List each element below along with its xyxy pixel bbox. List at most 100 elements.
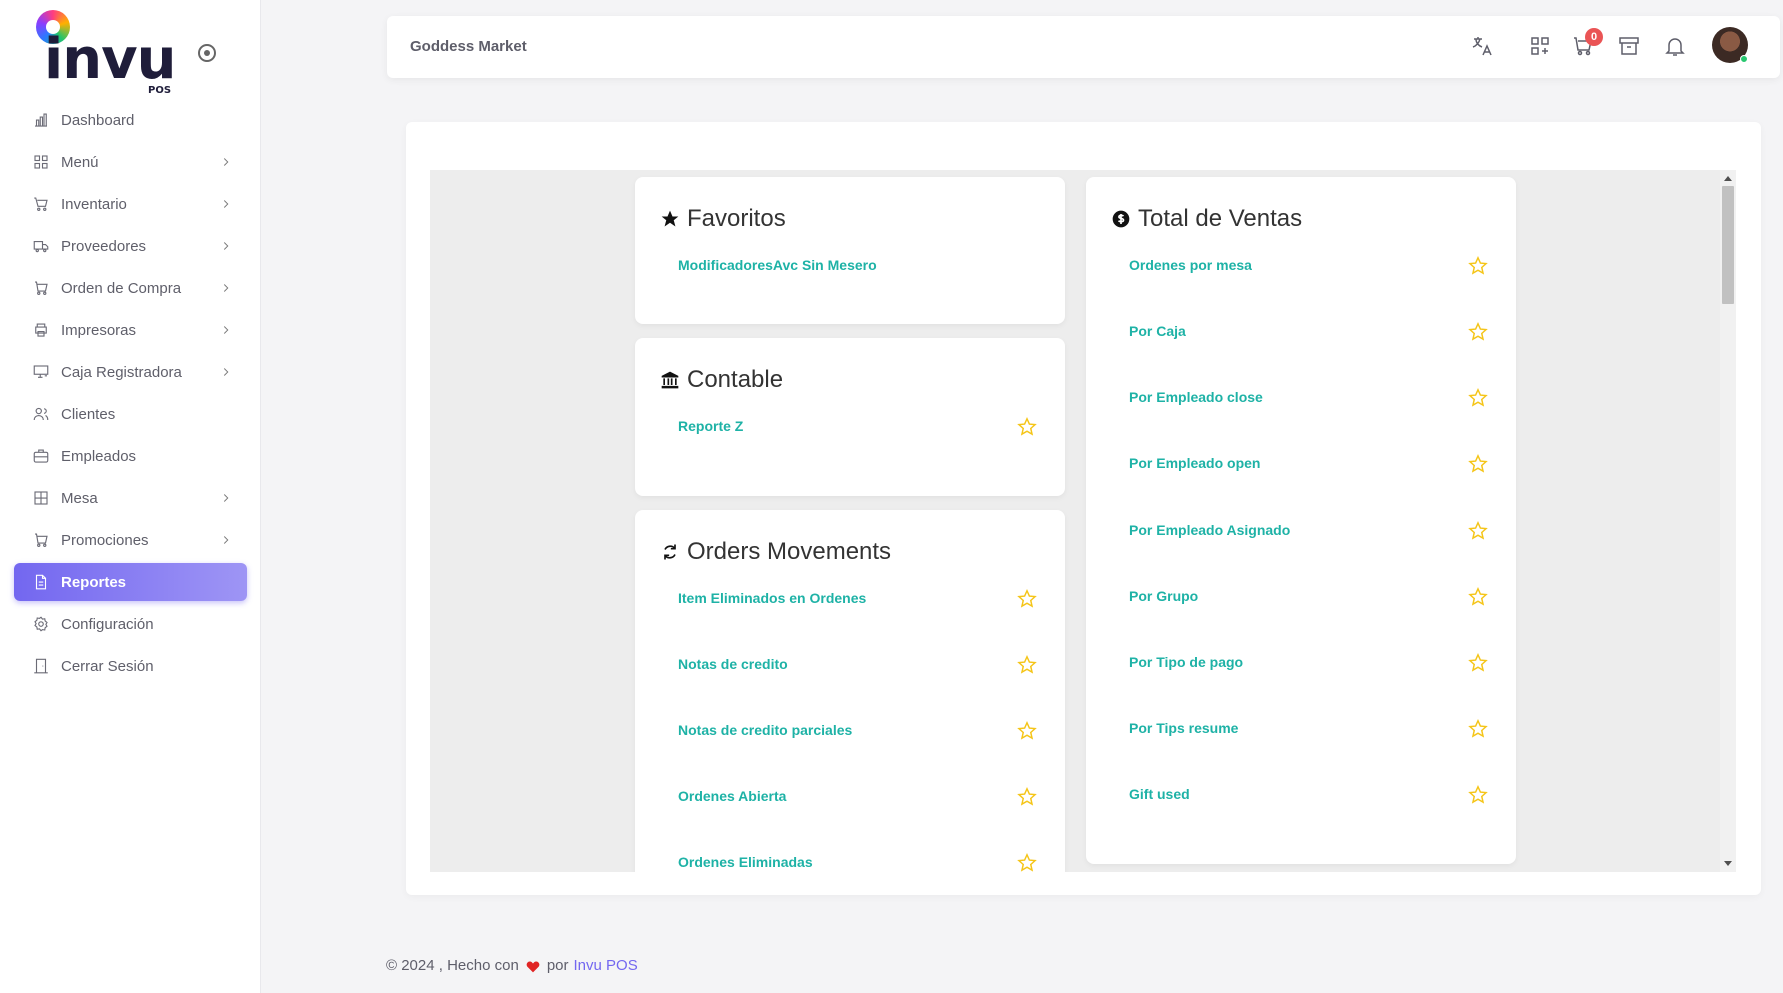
apps-add-icon[interactable] [1528,34,1554,60]
star-filled-icon [659,208,681,230]
sidebar-item-caja-registradora[interactable]: Caja Registradora [14,353,247,391]
panel-contable: Contable Reporte Z [635,338,1065,496]
sidebar-item-label: Reportes [61,573,127,591]
report-link[interactable]: ModificadoresAvc Sin Mesero [678,257,1038,281]
report-link[interactable]: Ordenes Eliminadas [678,852,1038,872]
sidebar-item-label: Configuración [61,615,154,633]
vertical-scrollbar[interactable] [1720,170,1736,872]
footer-brand-link[interactable]: Invu POS [574,957,638,974]
bank-icon [659,369,681,391]
sidebar-item-menu[interactable]: Menú [14,143,247,181]
panel-title: Contable [659,366,783,394]
report-link[interactable]: Ordenes por mesa [1129,255,1489,281]
sidebar-item-promociones[interactable]: Promociones [14,521,247,559]
report-link[interactable]: Por Grupo [1129,586,1489,612]
sidebar-item-proveedores[interactable]: Proveedores [14,227,247,265]
user-avatar[interactable] [1712,27,1748,63]
report-link[interactable]: Por Caja [1129,321,1489,347]
register-icon [31,362,51,382]
sidebar-item-label: Inventario [61,195,127,213]
gear-icon [31,614,51,634]
sidebar-item-label: Dashboard [61,111,135,129]
chevron-right-icon [219,323,233,337]
report-link[interactable]: Ordenes Abierta [678,786,1038,812]
star-outline-icon[interactable] [1016,654,1038,676]
star-outline-icon[interactable] [1467,784,1489,806]
cart-button[interactable]: 0 [1571,28,1603,60]
star-outline-icon[interactable] [1467,453,1489,475]
star-outline-icon[interactable] [1467,718,1489,740]
report-link-label: Por Empleado close [1129,389,1263,405]
footer: © 2024 , Hecho con por Invu POS [386,957,638,974]
star-outline-icon[interactable] [1467,520,1489,542]
report-link[interactable]: Por Empleado open [1129,453,1489,479]
sidebar-item-empleados[interactable]: Empleados [14,437,247,475]
sidebar-item-mesa[interactable]: Mesa [14,479,247,517]
report-link[interactable]: Por Empleado Asignado [1129,520,1489,546]
sidebar-item-inventario[interactable]: Inventario [14,185,247,223]
report-link[interactable]: Item Eliminados en Ordenes [678,588,1038,614]
report-link-label: Por Empleado Asignado [1129,522,1291,538]
sidebar-item-label: Caja Registradora [61,363,182,381]
briefcase-icon [31,446,51,466]
logo-text: invu [44,27,176,92]
grid-icon [31,152,51,172]
sidebar-item-label: Menú [61,153,99,171]
chevron-right-icon [219,491,233,505]
star-outline-icon[interactable] [1467,652,1489,674]
sidebar-item-configuracion[interactable]: Configuración [14,605,247,643]
report-link-label: Ordenes por mesa [1129,257,1252,273]
star-outline-icon[interactable] [1016,720,1038,742]
sidebar-item-dashboard[interactable]: Dashboard [14,101,247,139]
star-outline-icon[interactable] [1467,387,1489,409]
star-outline-icon[interactable] [1467,586,1489,608]
archive-icon[interactable] [1617,34,1643,60]
translate-icon[interactable] [1470,34,1496,60]
report-link[interactable]: Por Tipo de pago [1129,652,1489,678]
star-outline-icon[interactable] [1467,321,1489,343]
panel-title: Orders Movements [659,538,891,566]
shopping-cart-icon [31,278,51,298]
panel-favoritos: Favoritos ModificadoresAvc Sin Mesero [635,177,1065,324]
star-outline-icon[interactable] [1016,588,1038,610]
star-outline-icon[interactable] [1016,852,1038,872]
top-navbar: Goddess Market 0 [387,16,1780,78]
scroll-down-arrow[interactable] [1724,861,1732,866]
sidebar-item-orden-de-compra[interactable]: Orden de Compra [14,269,247,307]
report-link[interactable]: Reporte Z [678,416,1038,442]
dollar-circle-icon [1110,208,1132,230]
footer-copyright: © 2024 , Hecho con [386,957,519,974]
report-link-label: Por Empleado open [1129,455,1261,471]
sidebar-item-clientes[interactable]: Clientes [14,395,247,433]
report-link-label: Ordenes Abierta [678,788,787,804]
panel-title-text: Total de Ventas [1138,205,1303,232]
chevron-right-icon [219,239,233,253]
reports-scroll-area[interactable]: Favoritos ModificadoresAvc Sin Mesero Co… [430,170,1736,872]
truck-icon [31,236,51,256]
bell-icon[interactable] [1663,34,1689,60]
report-link[interactable]: Gift used [1129,784,1489,810]
sidebar: invu POS Dashboard Menú Inventario Prove… [0,0,261,993]
report-link[interactable]: Por Tips resume [1129,718,1489,744]
sidebar-pin-toggle[interactable] [198,44,216,62]
report-link[interactable]: Notas de credito parciales [678,720,1038,746]
sidebar-item-label: Proveedores [61,237,147,255]
report-link[interactable]: Notas de credito [678,654,1038,680]
scroll-up-arrow[interactable] [1724,176,1732,181]
panel-title-text: Orders Movements [687,538,892,565]
report-link-label: Reporte Z [678,418,744,434]
users-icon [31,404,51,424]
scroll-thumb[interactable] [1722,186,1734,304]
cart-count-badge: 0 [1585,28,1603,46]
sidebar-item-cerrar-sesion[interactable]: Cerrar Sesión [14,647,247,685]
panel-total-de-ventas: Total de Ventas Ordenes por mesa Por Caj… [1086,177,1516,864]
star-outline-icon[interactable] [1016,786,1038,808]
chevron-right-icon [219,197,233,211]
sidebar-item-impresoras[interactable]: Impresoras [14,311,247,349]
star-outline-icon[interactable] [1016,416,1038,438]
report-link[interactable]: Por Empleado close [1129,387,1489,413]
star-outline-icon[interactable] [1467,255,1489,277]
sidebar-item-reportes[interactable]: Reportes [14,563,247,601]
brand-logo[interactable]: invu POS [36,10,186,100]
reports-card: Favoritos ModificadoresAvc Sin Mesero Co… [406,122,1761,895]
